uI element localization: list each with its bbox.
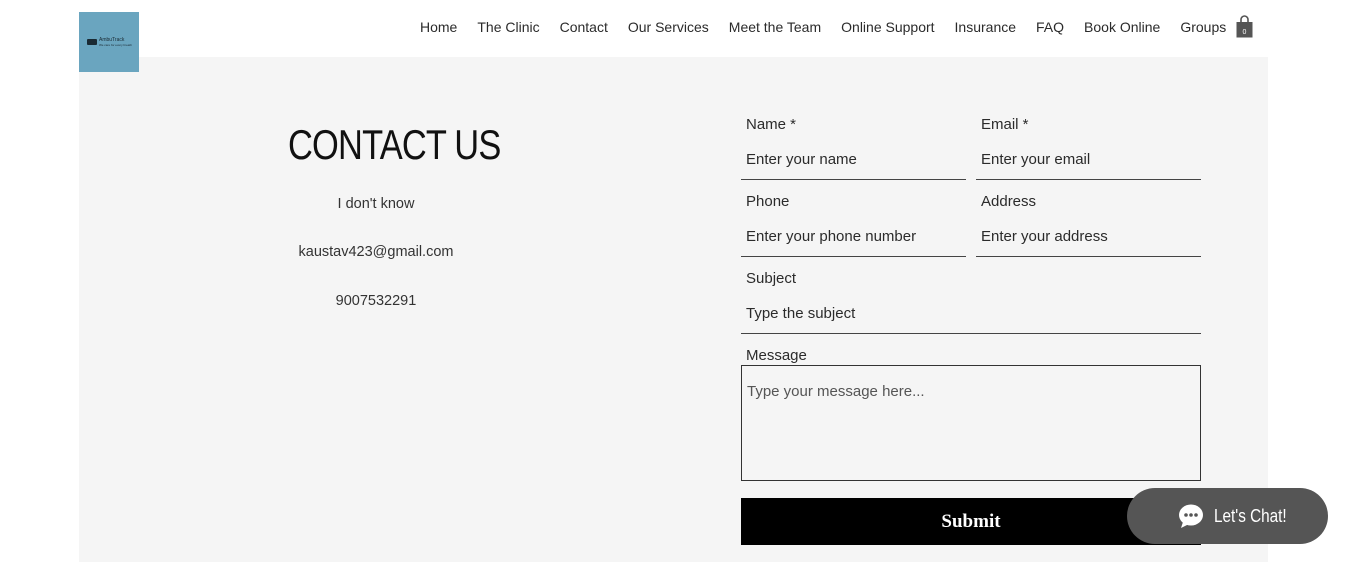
nav-meet-the-team[interactable]: Meet the Team [719,19,831,35]
ambulance-icon [87,39,97,45]
nav-groups[interactable]: Groups [1170,19,1236,35]
email-label: Email * [981,116,1029,133]
main-nav: Home The Clinic Contact Our Services Mee… [410,17,1236,37]
contact-phone: 9007532291 [335,293,417,309]
email-input[interactable] [976,140,1201,180]
address-label: Address [981,193,1037,210]
nav-contact[interactable]: Contact [550,19,618,35]
message-label: Message [746,347,807,364]
cart-count: 0 [1243,29,1247,36]
shopping-bag-icon[interactable]: 0 [1236,15,1253,38]
contact-email: kaustav423@gmail.com [298,244,454,260]
nav-faq[interactable]: FAQ [1026,19,1074,35]
nav-the-clinic[interactable]: The Clinic [467,19,549,35]
contact-line: I don't know [337,196,415,212]
nav-book-online[interactable]: Book Online [1074,19,1170,35]
chat-bubble-icon [1179,504,1203,528]
page-title: CONTACT US [288,121,501,168]
name-label: Name * [746,116,797,133]
phone-label: Phone [746,193,790,210]
message-textarea[interactable] [741,365,1201,481]
subject-label: Subject [746,270,797,287]
logo-tagline: We care for every breath [99,43,132,47]
nav-our-services[interactable]: Our Services [618,19,719,35]
address-input[interactable] [976,217,1201,257]
site-logo[interactable]: AmbuTrack We care for every breath [79,12,139,72]
name-input[interactable] [741,140,966,180]
phone-input[interactable] [741,217,966,257]
nav-online-support[interactable]: Online Support [831,19,944,35]
nav-home[interactable]: Home [410,19,467,35]
chat-label: Let's Chat! [1214,506,1287,526]
nav-insurance[interactable]: Insurance [945,19,1026,35]
subject-input[interactable] [741,294,1201,334]
